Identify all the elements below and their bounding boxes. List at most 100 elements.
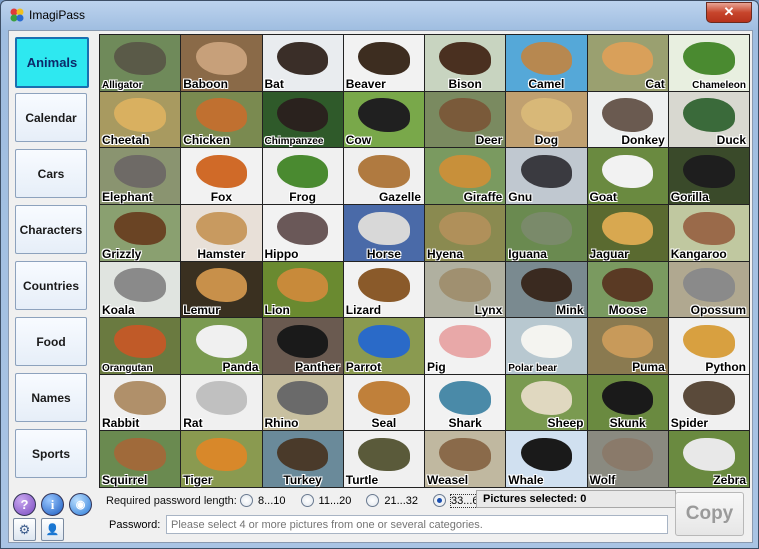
picture-tile-hamster[interactable]: Hamster: [181, 204, 262, 261]
picture-tile-frog[interactable]: Frog: [262, 148, 343, 204]
info-button[interactable]: i: [41, 493, 64, 516]
picture-tile-sheep[interactable]: Sheep: [506, 374, 587, 431]
website-button[interactable]: ◉: [69, 493, 92, 516]
picture-tile-cow[interactable]: Cow: [343, 91, 424, 148]
picture-tile-weasel[interactable]: Weasel: [425, 431, 506, 487]
user-icon: 👤: [45, 524, 60, 536]
picture-tile-gnu[interactable]: Gnu: [506, 148, 587, 204]
picture-tile-goat[interactable]: Goat: [587, 148, 668, 204]
password-input[interactable]: [166, 515, 668, 534]
picture-tile-hyena[interactable]: Hyena: [425, 204, 506, 261]
picture-tile-grizzly[interactable]: Grizzly: [100, 204, 181, 261]
picture-tile-orangutan[interactable]: Orangutan: [100, 318, 181, 374]
picture-label: Turtle: [345, 473, 379, 487]
settings-button[interactable]: ⚙: [13, 518, 36, 541]
password-field-label: Password:: [109, 519, 161, 531]
picture-tile-spider[interactable]: Spider: [668, 374, 749, 431]
length-option-1[interactable]: 8...10: [240, 494, 286, 507]
title-bar[interactable]: ImagiPass ✕: [1, 1, 758, 29]
length-option-label: 11...20: [318, 494, 352, 507]
picture-tile-turtle[interactable]: Turtle: [343, 431, 424, 487]
picture-label: Polar bear: [508, 362, 558, 374]
radio-indicator[interactable]: [240, 494, 253, 507]
picture-label: Rhino: [264, 416, 299, 431]
category-sports-button[interactable]: Sports: [15, 429, 87, 478]
picture-tile-moose[interactable]: Moose: [587, 261, 668, 318]
picture-tile-zebra[interactable]: Zebra: [668, 431, 749, 487]
picture-tile-mink[interactable]: Mink: [506, 261, 587, 318]
picture-tile-gorilla[interactable]: Gorilla: [668, 148, 749, 204]
radio-indicator[interactable]: [366, 494, 380, 507]
picture-tile-lizard[interactable]: Lizard: [343, 261, 424, 318]
picture-tile-deer[interactable]: Deer: [425, 91, 506, 148]
picture-tile-chameleon[interactable]: Chameleon: [668, 35, 749, 91]
help-button[interactable]: ?: [13, 493, 36, 516]
radio-indicator[interactable]: [300, 494, 314, 507]
picture-tile-iguana[interactable]: Iguana: [506, 204, 587, 261]
picture-tile-skunk[interactable]: Skunk: [587, 374, 668, 431]
picture-tile-lynx[interactable]: Lynx: [425, 261, 506, 318]
picture-tile-chicken[interactable]: Chicken: [181, 91, 262, 148]
picture-tile-python[interactable]: Python: [668, 318, 749, 374]
picture-tile-fox[interactable]: Fox: [181, 148, 262, 204]
picture-tile-jaguar[interactable]: Jaguar: [587, 204, 668, 261]
picture-tile-panda[interactable]: Panda: [181, 318, 262, 374]
animal-picture-icon: [520, 268, 573, 302]
picture-tile-seal[interactable]: Seal: [343, 374, 424, 431]
picture-tile-gazelle[interactable]: Gazelle: [343, 148, 424, 204]
picture-tile-koala[interactable]: Koala: [100, 261, 181, 318]
picture-label: Mink: [556, 303, 584, 318]
picture-tile-polar-bear[interactable]: Polar bear: [506, 318, 587, 374]
picture-tile-rabbit[interactable]: Rabbit: [100, 374, 181, 431]
picture-tile-rat[interactable]: Rat: [181, 374, 262, 431]
picture-tile-squirrel[interactable]: Squirrel: [100, 431, 181, 487]
picture-tile-horse[interactable]: Horse: [343, 204, 424, 261]
close-button[interactable]: ✕: [706, 2, 752, 23]
picture-tile-camel[interactable]: Camel: [506, 35, 587, 91]
picture-tile-whale[interactable]: Whale: [506, 431, 587, 487]
picture-tile-duck[interactable]: Duck: [668, 91, 749, 148]
category-calendar-button[interactable]: Calendar: [15, 93, 87, 142]
picture-tile-puma[interactable]: Puma: [587, 318, 668, 374]
category-names-button[interactable]: Names: [15, 373, 87, 422]
picture-tile-donkey[interactable]: Donkey: [587, 91, 668, 148]
radio-indicator[interactable]: [433, 494, 446, 507]
picture-tile-beaver[interactable]: Beaver: [343, 35, 424, 91]
picture-tile-lemur[interactable]: Lemur: [181, 261, 262, 318]
picture-tile-rhino[interactable]: Rhino: [262, 374, 343, 431]
picture-tile-turkey[interactable]: Turkey: [262, 431, 343, 487]
picture-label: Chicken: [183, 133, 230, 148]
picture-tile-giraffe[interactable]: Giraffe: [425, 148, 506, 204]
picture-tile-kangaroo[interactable]: Kangaroo: [668, 204, 749, 261]
picture-tile-parrot[interactable]: Parrot: [343, 318, 424, 374]
picture-label: Dog: [534, 133, 559, 148]
picture-tile-cheetah[interactable]: Cheetah: [100, 91, 181, 148]
picture-tile-chimpanzee[interactable]: Chimpanzee: [262, 91, 343, 148]
category-animals-button[interactable]: Animals: [15, 37, 89, 88]
picture-tile-dog[interactable]: Dog: [506, 91, 587, 148]
length-option-3[interactable]: 21...32: [366, 494, 418, 507]
category-cars-button[interactable]: Cars: [15, 149, 87, 198]
picture-tile-alligator[interactable]: Alligator: [100, 35, 181, 91]
category-label: Calendar: [25, 110, 77, 125]
picture-tile-hippo[interactable]: Hippo: [262, 204, 343, 261]
category-countries-button[interactable]: Countries: [15, 261, 87, 310]
picture-tile-pig[interactable]: Pig: [425, 318, 506, 374]
picture-tile-wolf[interactable]: Wolf: [587, 431, 668, 487]
copy-button[interactable]: Copy: [675, 492, 744, 536]
picture-tile-tiger[interactable]: Tiger: [181, 431, 262, 487]
picture-tile-baboon[interactable]: Baboon: [181, 35, 262, 91]
category-food-button[interactable]: Food: [15, 317, 87, 366]
length-option-2[interactable]: 11...20: [300, 494, 352, 507]
picture-tile-bat[interactable]: Bat: [262, 35, 343, 91]
category-characters-button[interactable]: Characters: [15, 205, 87, 254]
picture-tile-bison[interactable]: Bison: [425, 35, 506, 91]
picture-tile-panther[interactable]: Panther: [262, 318, 343, 374]
picture-tile-cat[interactable]: Cat: [587, 35, 668, 91]
picture-tile-shark[interactable]: Shark: [425, 374, 506, 431]
picture-tile-elephant[interactable]: Elephant: [100, 148, 181, 204]
picture-tile-lion[interactable]: Lion: [262, 261, 343, 318]
user-button[interactable]: 👤: [41, 518, 64, 541]
picture-label: Jaguar: [589, 246, 629, 261]
picture-tile-opossum[interactable]: Opossum: [668, 261, 749, 318]
